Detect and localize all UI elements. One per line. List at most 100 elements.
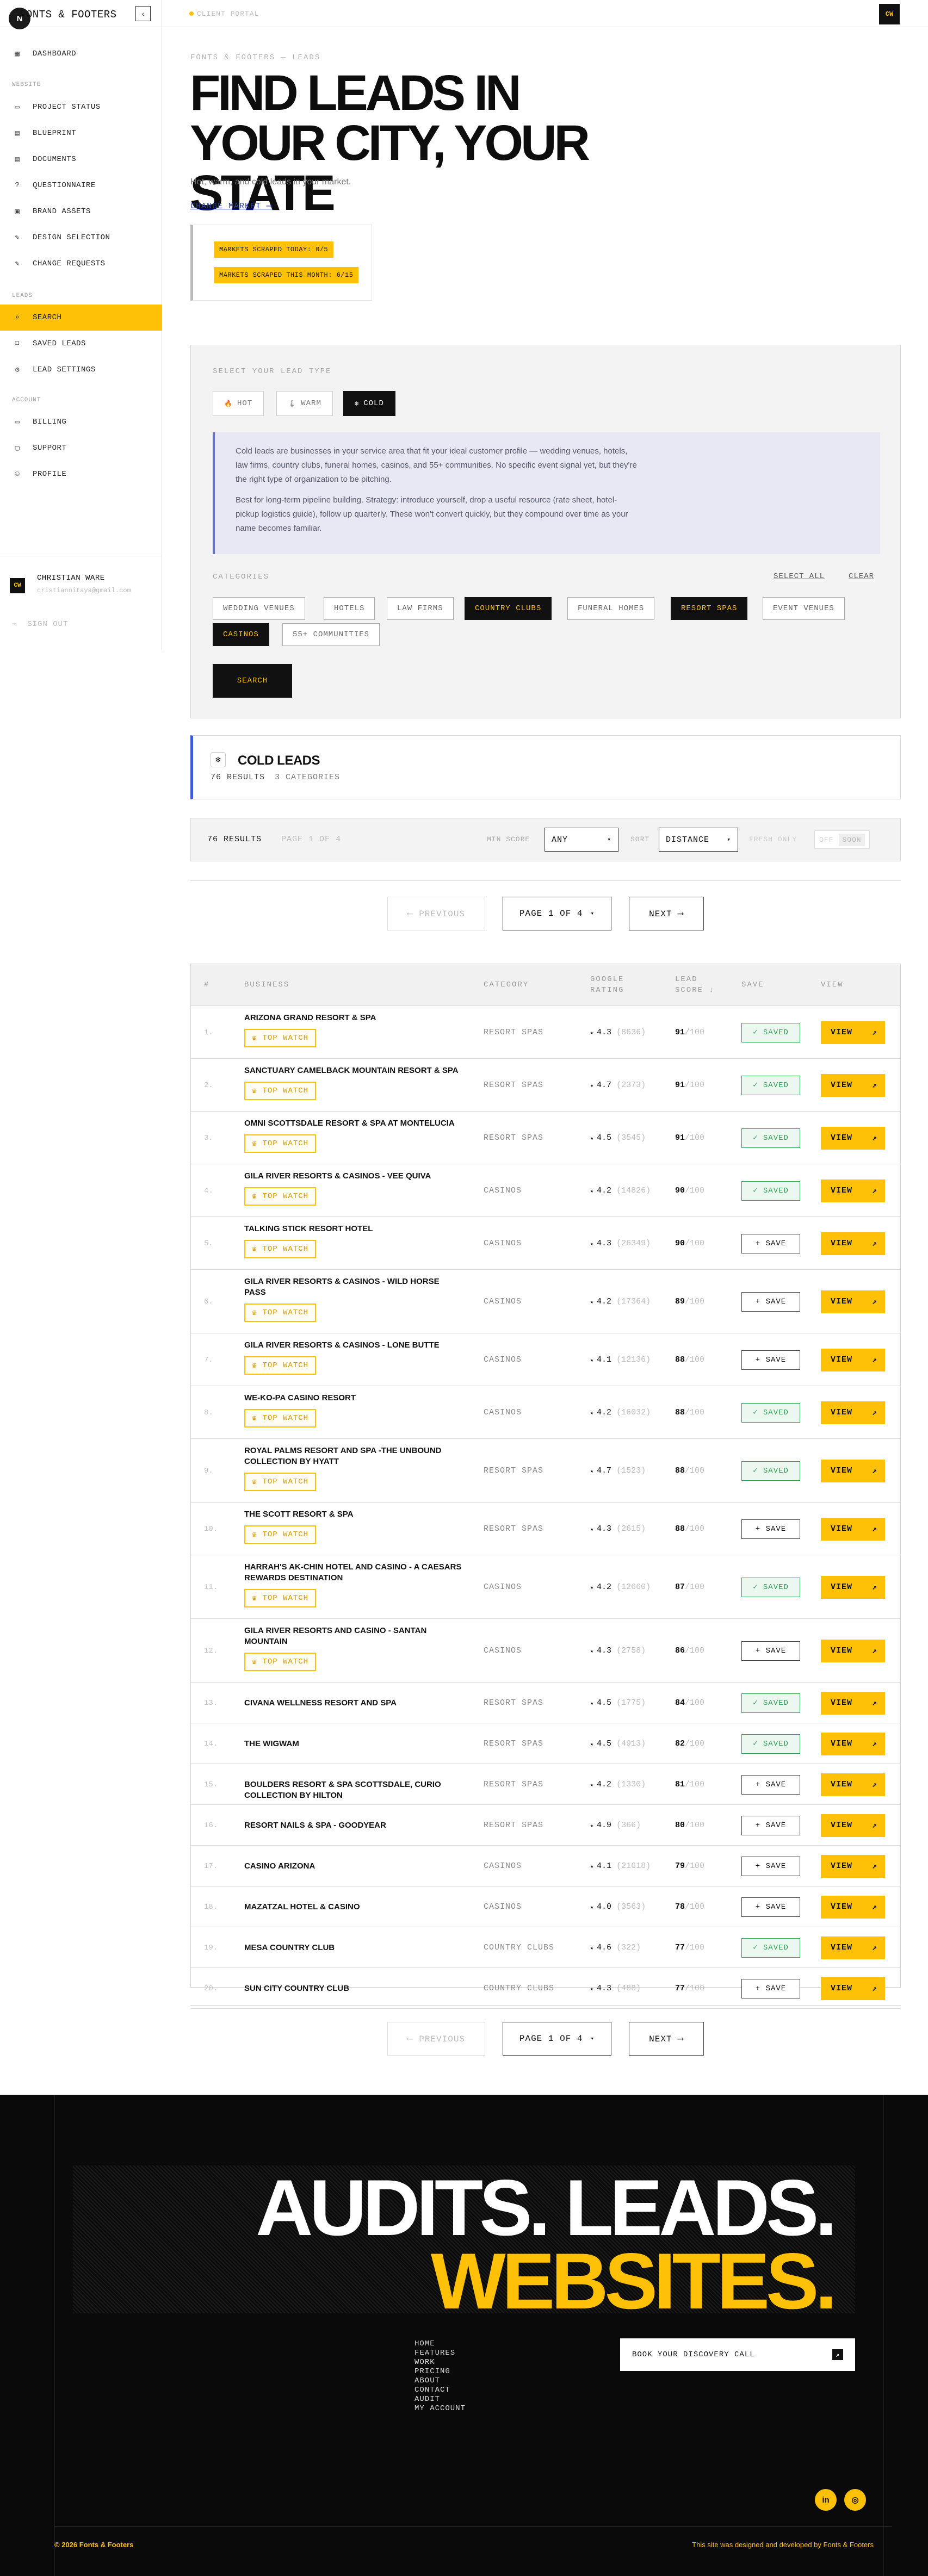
footer-link-contact[interactable]: CONTACT <box>414 2386 466 2395</box>
save-button[interactable]: + SAVE <box>741 1815 800 1835</box>
business-name[interactable]: BOULDERS RESORT & SPA SCOTTSDALE, CURIO … <box>244 1779 462 1801</box>
saved-button[interactable]: ✓ SAVED <box>741 1181 800 1201</box>
save-button[interactable]: + SAVE <box>741 1978 800 1998</box>
view-button[interactable]: VIEW ↗ <box>821 1348 885 1371</box>
view-button[interactable]: VIEW ↗ <box>821 1517 885 1541</box>
view-button[interactable]: VIEW ↗ <box>821 1179 885 1202</box>
view-button[interactable]: VIEW ↗ <box>821 1401 885 1424</box>
view-button[interactable]: VIEW ↗ <box>821 1936 885 1959</box>
save-button[interactable]: + SAVE <box>741 1350 800 1370</box>
business-name[interactable]: MESA COUNTRY CLUB <box>244 1942 462 1953</box>
sidebar-item-questionnaire[interactable]: ? QUESTIONNAIRE <box>0 172 162 198</box>
business-name[interactable]: WE-KO-PA CASINO RESORT <box>244 1393 462 1404</box>
sidebar-item-dashboard[interactable]: ▦ DASHBOARD <box>0 41 162 67</box>
sign-out-link[interactable]: ⇥ SIGN OUT <box>12 619 68 629</box>
previous-page-button[interactable]: ⟵ PREVIOUS <box>387 897 485 930</box>
footer-link-pricing[interactable]: PRICING <box>414 2367 466 2376</box>
sidebar-item-lead-settings[interactable]: ⚙ LEAD SETTINGS <box>0 357 162 383</box>
lead-type-cold-button[interactable]: ❄ COLD <box>343 391 395 416</box>
business-name[interactable]: HARRAH'S AK-CHIN HOTEL AND CASINO - A CA… <box>244 1562 462 1584</box>
change-market-link[interactable]: CHANGE MARKET ⟶ <box>190 201 272 211</box>
sidebar-item-profile[interactable]: ☺ PROFILE <box>0 461 162 487</box>
sidebar-item-billing[interactable]: ▭ BILLING <box>0 409 162 435</box>
footer-link-audit[interactable]: AUDIT <box>414 2395 466 2404</box>
search-button[interactable]: SEARCH <box>213 664 292 698</box>
business-name[interactable]: THE WIGWAM <box>244 1739 462 1749</box>
next-page-button[interactable]: NEXT ⟶ <box>629 897 704 930</box>
category-chip-event-venues[interactable]: EVENT VENUES <box>763 597 845 620</box>
view-button[interactable]: VIEW ↗ <box>821 1814 885 1837</box>
saved-button[interactable]: ✓ SAVED <box>741 1577 800 1597</box>
save-button[interactable]: + SAVE <box>741 1292 800 1312</box>
view-button[interactable]: VIEW ↗ <box>821 1854 885 1878</box>
business-name[interactable]: GILA RIVER RESORTS & CASINOS - WILD HORS… <box>244 1276 462 1298</box>
lead-type-warm-button[interactable]: 🌡 WARM <box>276 391 333 416</box>
view-button[interactable]: VIEW ↗ <box>821 1977 885 2000</box>
category-chip-wedding-venues[interactable]: WEDDING VENUES <box>213 597 305 620</box>
linkedin-icon[interactable]: in <box>815 2489 837 2511</box>
category-chip-resort-spas[interactable]: RESORT SPAS <box>671 597 748 620</box>
saved-button[interactable]: ✓ SAVED <box>741 1128 800 1148</box>
footer-link-about[interactable]: ABOUT <box>414 2376 466 2386</box>
view-button[interactable]: VIEW ↗ <box>821 1232 885 1255</box>
business-name[interactable]: CIVANA WELLNESS RESORT AND SPA <box>244 1698 462 1709</box>
saved-button[interactable]: ✓ SAVED <box>741 1693 800 1713</box>
previous-page-button-bottom[interactable]: ⟵ PREVIOUS <box>387 2022 485 2056</box>
footer-link-features[interactable]: FEATURES <box>414 2349 466 2358</box>
col-score[interactable]: LEAD SCORE ↓ <box>675 974 715 996</box>
view-button[interactable]: VIEW ↗ <box>821 1732 885 1755</box>
save-button[interactable]: + SAVE <box>741 1233 800 1253</box>
saved-button[interactable]: ✓ SAVED <box>741 1402 800 1423</box>
next-page-button-bottom[interactable]: NEXT ⟶ <box>629 2022 704 2056</box>
business-name[interactable]: OMNI SCOTTSDALE RESORT & SPA AT MONTELUC… <box>244 1118 462 1129</box>
view-button[interactable]: VIEW ↗ <box>821 1575 885 1599</box>
business-name[interactable]: GILA RIVER RESORTS & CASINOS - VEE QUIVA <box>244 1171 462 1182</box>
business-name[interactable]: SANCTUARY CAMELBACK MOUNTAIN RESORT & SP… <box>244 1065 462 1076</box>
category-chip-law-firms[interactable]: LAW FIRMS <box>387 597 454 620</box>
min-score-select[interactable]: ANY ▾ <box>545 828 618 852</box>
sidebar-item-support[interactable]: ▢ SUPPORT <box>0 435 162 461</box>
view-button[interactable]: VIEW ↗ <box>821 1073 885 1097</box>
sidebar-item-documents[interactable]: ▤ DOCUMENTS <box>0 146 162 172</box>
sidebar-item-design-selection[interactable]: ✎ DESIGN SELECTION <box>0 225 162 251</box>
business-name[interactable]: TALKING STICK RESORT HOTEL <box>244 1224 462 1234</box>
save-button[interactable]: + SAVE <box>741 1641 800 1661</box>
brand-name[interactable]: FONTS & FOOTERS <box>20 9 117 21</box>
view-button[interactable]: VIEW ↗ <box>821 1021 885 1044</box>
business-name[interactable]: RESORT NAILS & SPA - GOODYEAR <box>244 1820 462 1831</box>
page-select-bottom[interactable]: PAGE 1 OF 4 ▾ <box>503 2022 611 2056</box>
book-call-button[interactable]: BOOK YOUR DISCOVERY CALL ↗ <box>620 2338 855 2371</box>
sidebar-item-saved-leads[interactable]: ⌑ SAVED LEADS <box>0 331 162 357</box>
saved-button[interactable]: ✓ SAVED <box>741 1461 800 1481</box>
view-button[interactable]: VIEW ↗ <box>821 1639 885 1662</box>
view-button[interactable]: VIEW ↗ <box>821 1290 885 1313</box>
avatar[interactable]: CW <box>10 578 25 593</box>
sidebar-item-blueprint[interactable]: ▤ BLUEPRINT <box>0 120 162 146</box>
sort-select[interactable]: DISTANCE ▾ <box>659 828 738 852</box>
save-button[interactable]: + SAVE <box>741 1897 800 1917</box>
footer-link-my-account[interactable]: MY ACCOUNT <box>414 2404 466 2413</box>
view-button[interactable]: VIEW ↗ <box>821 1691 885 1715</box>
sidebar-item-search[interactable]: ⌕ SEARCH <box>0 305 162 331</box>
footer-link-work[interactable]: WORK <box>414 2358 466 2367</box>
page-select[interactable]: PAGE 1 OF 4 ▾ <box>503 897 611 930</box>
clear-link[interactable]: CLEAR <box>849 572 874 581</box>
lead-type-hot-button[interactable]: 🔥 HOT <box>213 391 264 416</box>
category-chip-hotels[interactable]: HOTELS <box>324 597 375 620</box>
business-name[interactable]: ROYAL PALMS RESORT AND SPA -THE UNBOUND … <box>244 1445 462 1467</box>
save-button[interactable]: + SAVE <box>741 1519 800 1539</box>
category-chip-country-clubs[interactable]: COUNTRY CLUBS <box>465 597 552 620</box>
category-chip-casinos[interactable]: CASINOS <box>213 623 269 646</box>
saved-button[interactable]: ✓ SAVED <box>741 1075 800 1095</box>
business-name[interactable]: THE SCOTT RESORT & SPA <box>244 1509 462 1520</box>
saved-button[interactable]: ✓ SAVED <box>741 1734 800 1754</box>
sidebar-item-change-requests[interactable]: ✎ CHANGE REQUESTS <box>0 251 162 277</box>
footer-link-home[interactable]: HOME <box>414 2339 466 2349</box>
business-name[interactable]: GILA RIVER RESORTS AND CASINO - SANTAN M… <box>244 1625 462 1647</box>
view-button[interactable]: VIEW ↗ <box>821 1459 885 1482</box>
business-name[interactable]: MAZATZAL HOTEL & CASINO <box>244 1902 462 1913</box>
save-button[interactable]: + SAVE <box>741 1856 800 1876</box>
category-chip-55-communities[interactable]: 55+ COMMUNITIES <box>282 623 380 646</box>
instagram-icon[interactable]: ◎ <box>844 2489 866 2511</box>
sidebar-item-project-status[interactable]: ▭ PROJECT STATUS <box>0 94 162 120</box>
